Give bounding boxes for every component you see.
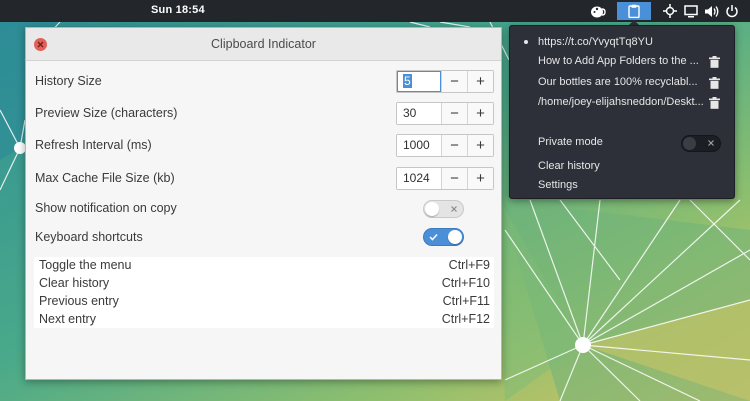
max-cache-size-input[interactable]: 1024 — [397, 168, 441, 189]
toggle-off-x-icon — [708, 140, 714, 146]
preview-size-spinner: 30 − + — [396, 102, 494, 125]
shortcut-key: Ctrl+F12 — [441, 312, 490, 326]
history-entry[interactable]: How to Add App Folders to the ... — [538, 55, 699, 67]
power-icon[interactable] — [724, 2, 740, 20]
show-notification-toggle[interactable] — [423, 200, 464, 218]
preview-size-decrement-button[interactable]: − — [441, 103, 467, 124]
top-bar: Sun 18:54 — [0, 0, 750, 22]
current-entry-bullet-icon — [524, 40, 528, 44]
coffee-cup-icon[interactable] — [588, 2, 608, 20]
max-cache-size-decrement-button[interactable]: − — [441, 168, 467, 189]
history-size-increment-button[interactable]: + — [467, 71, 493, 92]
toggle-knob — [683, 137, 696, 150]
shortcut-row-toggle-menu[interactable]: Toggle the menu Ctrl+F9 — [34, 257, 494, 275]
history-size-input[interactable]: 5 — [397, 71, 441, 92]
shortcut-key: Ctrl+F9 — [448, 258, 490, 272]
clipboard-indicator-settings-window: Clipboard Indicator History Size 5 − + P… — [25, 27, 502, 380]
max-cache-size-spinner: 1024 − + — [396, 167, 494, 190]
private-mode-label: Private mode — [538, 136, 603, 148]
shortcut-name: Toggle the menu — [39, 258, 132, 272]
clipboard-history-menu: https://t.co/YvyqtTq8YU How to Add App F… — [509, 25, 735, 199]
history-size-label: History Size — [35, 74, 102, 88]
volume-icon[interactable] — [703, 2, 719, 20]
keyboard-shortcuts-label: Keyboard shortcuts — [35, 230, 143, 244]
clear-history-menu-item[interactable]: Clear history — [538, 160, 600, 172]
delete-entry-trash-icon[interactable] — [709, 77, 720, 89]
shortcut-row-clear-history[interactable]: Clear history Ctrl+F10 — [34, 275, 494, 293]
shortcut-row-previous-entry[interactable]: Previous entry Ctrl+F11 — [34, 293, 494, 311]
shortcut-name: Previous entry — [39, 294, 119, 308]
delete-entry-trash-icon[interactable] — [709, 97, 720, 109]
private-mode-toggle[interactable] — [681, 135, 721, 152]
toggle-knob — [448, 230, 462, 244]
toggle-off-x-icon — [451, 206, 457, 212]
preview-size-input[interactable]: 30 — [397, 103, 441, 124]
history-size-spinner: 5 − + — [396, 70, 494, 93]
keyboard-shortcuts-toggle[interactable] — [423, 228, 464, 246]
history-entry[interactable]: /home/joey-elijahsneddon/Deskt... — [538, 96, 704, 108]
toggle-on-check-icon — [429, 233, 438, 241]
shortcuts-list: Toggle the menu Ctrl+F9 Clear history Ct… — [34, 257, 494, 328]
preview-size-label: Preview Size (characters) — [35, 106, 178, 120]
clipboard-indicator-icon[interactable] — [617, 2, 651, 20]
refresh-interval-spinner: 1000 − + — [396, 134, 494, 157]
settings-menu-item[interactable]: Settings — [538, 179, 578, 191]
display-icon[interactable] — [683, 2, 699, 20]
crosshair-icon[interactable] — [662, 2, 678, 20]
max-cache-size-label: Max Cache File Size (kb) — [35, 171, 175, 185]
shortcut-key: Ctrl+F11 — [442, 294, 490, 308]
shortcut-key: Ctrl+F10 — [441, 276, 490, 290]
shortcut-name: Clear history — [39, 276, 110, 290]
history-size-decrement-button[interactable]: − — [441, 71, 467, 92]
window-title: Clipboard Indicator — [211, 37, 316, 51]
show-notification-label: Show notification on copy — [35, 201, 177, 215]
toggle-knob — [425, 202, 439, 216]
clock[interactable]: Sun 18:54 — [151, 4, 205, 16]
refresh-interval-increment-button[interactable]: + — [467, 135, 493, 156]
shortcut-name: Next entry — [39, 312, 96, 326]
delete-entry-trash-icon[interactable] — [709, 56, 720, 68]
preview-size-increment-button[interactable]: + — [467, 103, 493, 124]
refresh-interval-label: Refresh Interval (ms) — [35, 138, 152, 152]
history-entry[interactable]: Our bottles are 100% recyclabl... — [538, 76, 698, 88]
shortcut-row-next-entry[interactable]: Next entry Ctrl+F12 — [34, 311, 494, 329]
max-cache-size-increment-button[interactable]: + — [467, 168, 493, 189]
refresh-interval-input[interactable]: 1000 — [397, 135, 441, 156]
history-entry-current[interactable]: https://t.co/YvyqtTq8YU — [538, 36, 653, 48]
refresh-interval-decrement-button[interactable]: − — [441, 135, 467, 156]
window-titlebar[interactable]: Clipboard Indicator — [26, 28, 501, 61]
